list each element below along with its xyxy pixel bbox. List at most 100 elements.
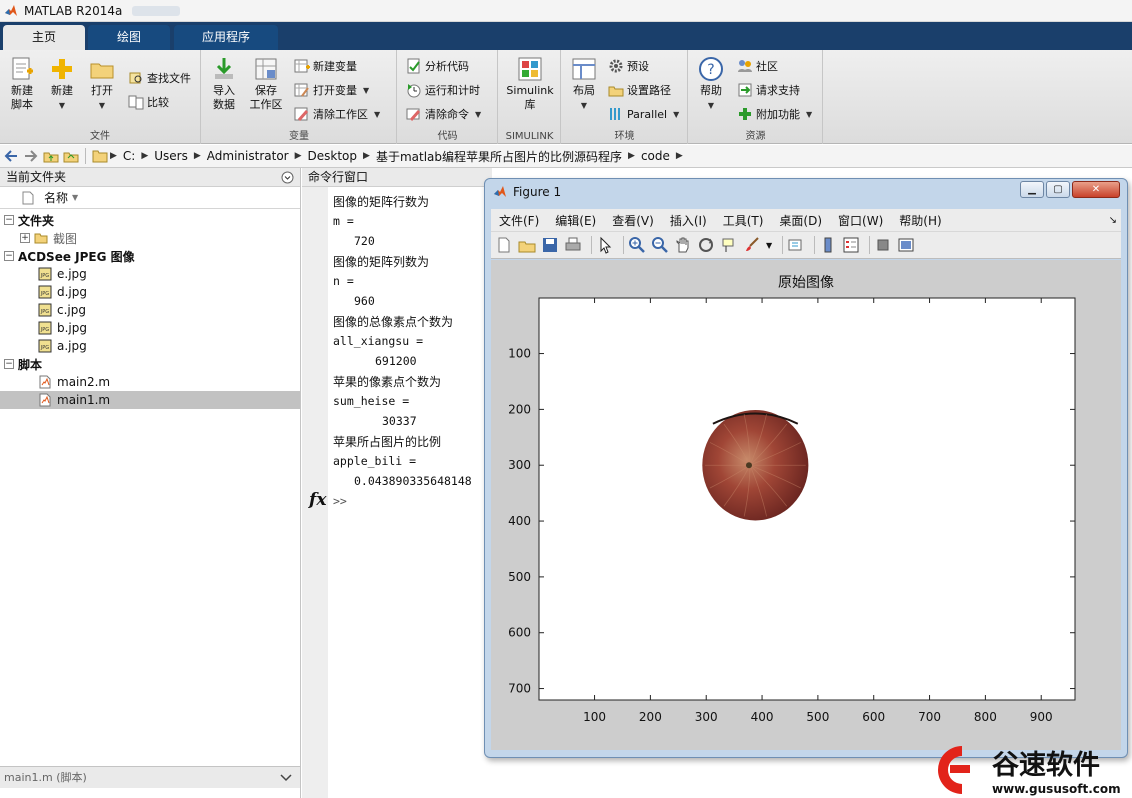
fx-icon[interactable]: fx	[309, 490, 326, 510]
menu-dock-icon[interactable]: ↘	[1109, 215, 1117, 226]
list-item[interactable]: main2.m	[0, 373, 300, 391]
zoom-in-icon[interactable]	[628, 236, 646, 254]
list-item[interactable]: + 截图	[0, 229, 300, 247]
collapse-icon[interactable]: −	[4, 215, 14, 225]
open-button[interactable]: 打开 ▼	[82, 56, 122, 113]
pointer-arrow-icon[interactable]	[596, 236, 614, 254]
request-support-button[interactable]: 请求支持	[737, 80, 800, 100]
menu-desktop[interactable]: 桌面(D)	[771, 212, 830, 229]
brush-dropdown-icon[interactable]: ▼	[766, 241, 772, 250]
clear-commands-button[interactable]: 清除命令 ▼	[406, 104, 481, 124]
back-arrow-icon[interactable]	[3, 148, 19, 164]
tab-apps[interactable]: 应用程序	[174, 25, 278, 50]
list-item[interactable]: JPG d.jpg	[0, 283, 300, 301]
rotate-3d-icon[interactable]	[697, 236, 715, 254]
open-variable-button[interactable]: 打开变量 ▼	[294, 80, 369, 100]
find-files-button[interactable]: 查找文件	[128, 68, 191, 88]
file-name: d.jpg	[57, 285, 87, 299]
data-cursor-icon[interactable]	[720, 236, 738, 254]
output-line: n =	[333, 274, 354, 288]
minimize-button[interactable]: ▁	[1020, 181, 1044, 198]
print-icon[interactable]	[564, 236, 582, 254]
path-segment[interactable]: 基于matlab编程苹果所占图片的比例源码程序	[372, 148, 626, 165]
path-segment[interactable]: C:	[119, 149, 139, 163]
panel-menu-icon[interactable]	[281, 171, 294, 184]
set-path-button[interactable]: 设置路径	[608, 80, 671, 100]
menu-edit[interactable]: 编辑(E)	[547, 212, 604, 229]
list-item[interactable]: JPG e.jpg	[0, 265, 300, 283]
forward-arrow-icon[interactable]	[23, 148, 39, 164]
menu-insert[interactable]: 插入(I)	[662, 212, 715, 229]
parallel-button[interactable]: Parallel ▼	[608, 104, 679, 124]
image-axes[interactable]: 原始图像 100 200 300 400 500 600 700 800 900 100 200 3…	[491, 260, 1121, 750]
community-button[interactable]: 社区	[737, 56, 778, 76]
hide-plot-tools-icon[interactable]	[874, 236, 892, 254]
brush-icon[interactable]	[743, 236, 761, 254]
svg-text:JPG: JPG	[40, 273, 49, 279]
tab-plots[interactable]: 绘图	[88, 25, 170, 50]
group-folders[interactable]: − 文件夹	[0, 211, 300, 229]
path-separator-icon: ▶	[294, 151, 302, 161]
zoom-out-icon[interactable]	[651, 236, 669, 254]
new-figure-icon[interactable]	[495, 236, 513, 254]
toolbar-separator	[814, 236, 816, 254]
show-plot-tools-icon[interactable]	[897, 236, 915, 254]
menu-help[interactable]: 帮助(H)	[891, 212, 949, 229]
close-button[interactable]: ✕	[1072, 181, 1120, 198]
collapse-icon[interactable]: −	[4, 359, 14, 369]
path-segment[interactable]: Users	[150, 149, 192, 163]
analyze-code-button[interactable]: 分析代码	[406, 56, 469, 76]
preferences-button[interactable]: 预设	[608, 56, 649, 76]
command-prompt[interactable]: >>	[333, 494, 347, 508]
legend-icon[interactable]	[842, 236, 860, 254]
maximize-icon: ▢	[1053, 184, 1063, 195]
name-column-header[interactable]: 名称 ▼	[0, 187, 300, 209]
svg-text:JPG: JPG	[40, 309, 49, 315]
add-ons-button[interactable]: 附加功能 ▼	[737, 104, 812, 124]
link-plot-icon[interactable]	[787, 236, 805, 254]
new-button[interactable]: 新建 ▼	[42, 56, 82, 113]
run-and-time-button[interactable]: 运行和计时	[406, 80, 480, 100]
menu-file[interactable]: 文件(F)	[491, 212, 547, 229]
maximize-button[interactable]: ▢	[1046, 181, 1070, 198]
svg-text:JPG: JPG	[40, 345, 49, 351]
list-item[interactable]: JPG a.jpg	[0, 337, 300, 355]
list-item[interactable]: JPG c.jpg	[0, 301, 300, 319]
address-bar: ▶ C: ▶ Users ▶ Administrator ▶ Desktop ▶ 基于m…	[0, 145, 1132, 168]
pan-hand-icon[interactable]	[674, 236, 692, 254]
menu-window[interactable]: 窗口(W)	[830, 212, 891, 229]
list-item-selected[interactable]: main1.m	[0, 391, 300, 409]
help-label: 帮助	[700, 84, 722, 97]
tab-home[interactable]: 主页	[3, 25, 85, 50]
x-tick-label: 500	[806, 710, 829, 724]
help-button[interactable]: ? 帮助 ▼	[691, 56, 731, 113]
details-bar[interactable]: main1.m (脚本)	[0, 766, 300, 788]
path-segment[interactable]: Administrator	[203, 149, 293, 163]
group-jpeg-images[interactable]: − ACDSee JPEG 图像	[0, 247, 300, 265]
chevron-down-icon[interactable]	[280, 773, 292, 783]
compare-button[interactable]: 比较	[128, 92, 169, 112]
browse-folder-icon[interactable]	[63, 148, 79, 164]
import-data-button[interactable]: 导入 数据	[204, 56, 244, 112]
open-file-icon[interactable]	[518, 236, 536, 254]
path-segment[interactable]: code	[637, 149, 674, 163]
up-folder-icon[interactable]	[43, 148, 59, 164]
expand-icon[interactable]: +	[20, 233, 30, 243]
command-window[interactable]: 命令行窗口 图像的矩阵行数为 m = 720 图像的矩阵列数为 n = 960 …	[302, 168, 492, 798]
path-segment[interactable]: Desktop	[304, 149, 362, 163]
menu-tools[interactable]: 工具(T)	[715, 212, 772, 229]
collapse-icon[interactable]: −	[4, 251, 14, 261]
clear-workspace-dropdown-icon: ▼	[374, 109, 381, 119]
output-line: m =	[333, 214, 354, 228]
new-script-button[interactable]: 新建 脚本	[2, 56, 42, 112]
new-variable-button[interactable]: 新建变量	[294, 56, 357, 76]
layout-button[interactable]: 布局 ▼	[564, 56, 604, 113]
menu-view[interactable]: 查看(V)	[604, 212, 662, 229]
group-scripts[interactable]: − 脚本	[0, 355, 300, 373]
colorbar-icon[interactable]	[819, 236, 837, 254]
list-item[interactable]: JPG b.jpg	[0, 319, 300, 337]
save-icon[interactable]	[541, 236, 559, 254]
simulink-library-button[interactable]: Simulink 库	[503, 56, 557, 112]
clear-workspace-button[interactable]: 清除工作区 ▼	[294, 104, 380, 124]
save-workspace-button[interactable]: 保存 工作区	[246, 56, 286, 112]
